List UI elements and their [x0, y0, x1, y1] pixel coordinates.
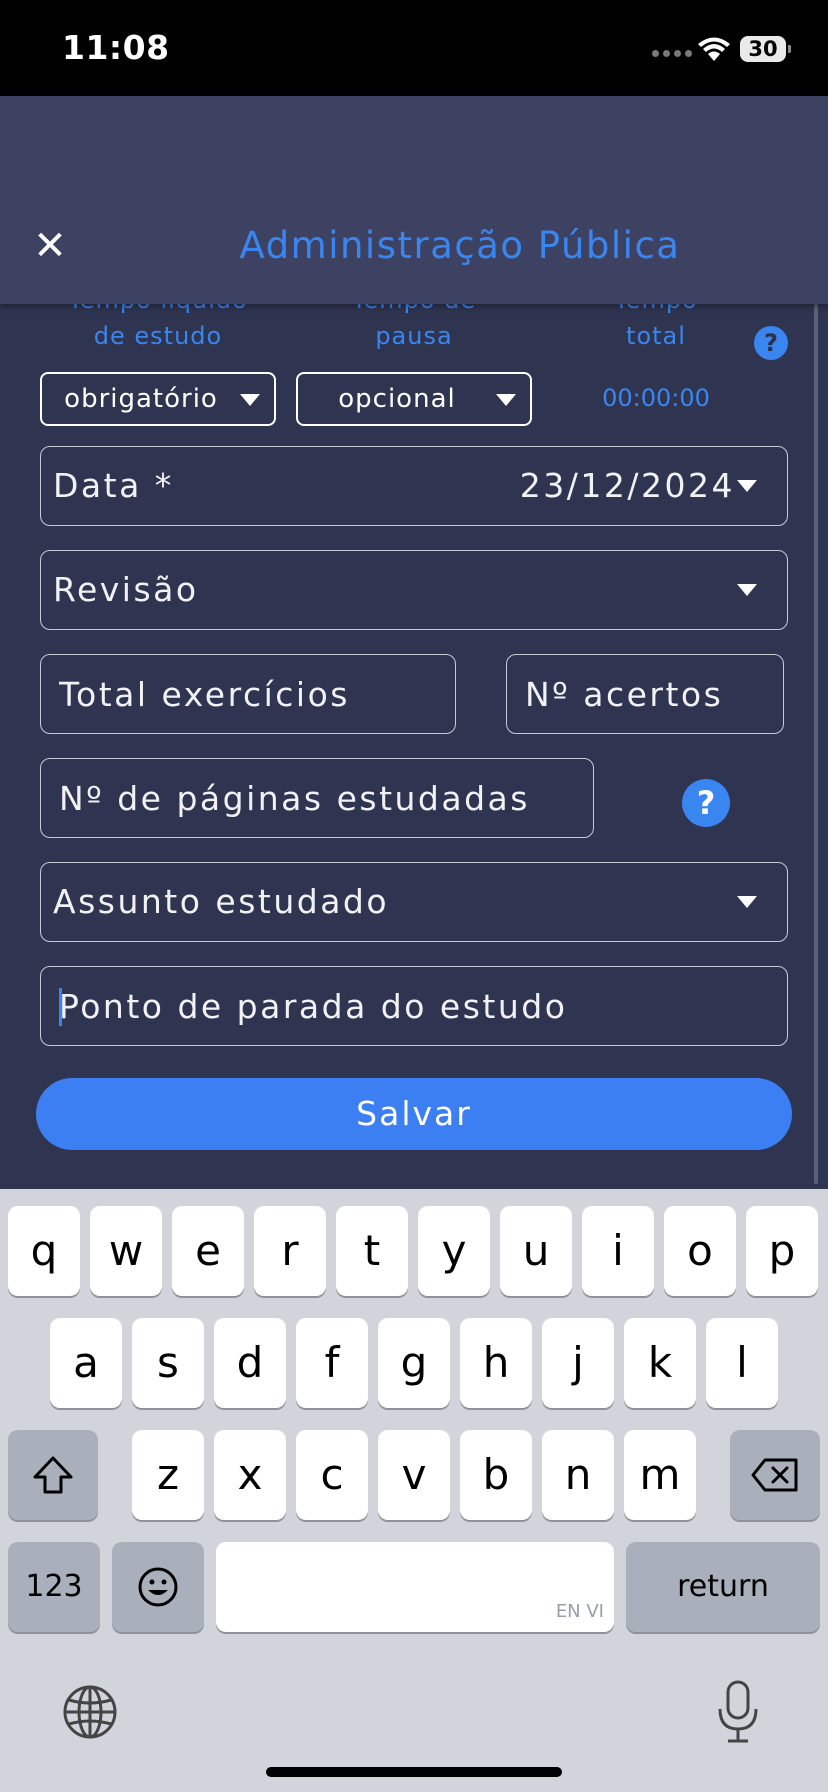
caret-down-icon — [496, 394, 516, 406]
stop-point-input[interactable] — [41, 967, 787, 1045]
emoji-key[interactable] — [112, 1542, 204, 1632]
key-q[interactable]: q — [8, 1206, 80, 1296]
scrollbar[interactable] — [814, 304, 818, 1184]
key-d[interactable]: d — [214, 1318, 286, 1408]
correct-answers-input[interactable] — [507, 655, 783, 733]
shift-key[interactable] — [8, 1430, 98, 1520]
total-time-label: Tempo total — [614, 304, 697, 350]
emoji-icon — [138, 1567, 178, 1607]
app-header: ✕ Administração Pública — [0, 96, 828, 304]
help-icon[interactable]: ? — [754, 326, 788, 360]
correct-answers-field[interactable] — [506, 654, 784, 734]
pause-time-button[interactable]: opcional — [296, 372, 532, 426]
key-c[interactable]: c — [296, 1430, 368, 1520]
net-study-time-label: Tempo líquido de estudo — [68, 304, 247, 350]
key-z[interactable]: z — [132, 1430, 204, 1520]
key-v[interactable]: v — [378, 1430, 450, 1520]
date-value: 23/12/2024 — [519, 466, 735, 505]
backspace-key[interactable] — [730, 1430, 820, 1520]
key-n[interactable]: n — [542, 1430, 614, 1520]
key-w[interactable]: w — [90, 1206, 162, 1296]
page-title: Administração Pública — [239, 224, 681, 267]
key-x[interactable]: x — [214, 1430, 286, 1520]
backspace-icon — [751, 1458, 798, 1492]
status-bar: 11:08 30 — [0, 0, 828, 96]
key-o[interactable]: o — [664, 1206, 736, 1296]
keyboard-language-hint: EN VI — [555, 1601, 604, 1622]
microphone-icon[interactable] — [716, 1679, 760, 1745]
key-s[interactable]: s — [132, 1318, 204, 1408]
date-select[interactable]: Data * 23/12/2024 — [40, 446, 788, 526]
key-t[interactable]: t — [336, 1206, 408, 1296]
key-i[interactable]: i — [582, 1206, 654, 1296]
key-e[interactable]: e — [172, 1206, 244, 1296]
key-p[interactable]: p — [746, 1206, 818, 1296]
key-g[interactable]: g — [378, 1318, 450, 1408]
pause-time-label: Tempo de pausa — [352, 304, 475, 350]
battery-icon: 30 — [740, 36, 791, 62]
key-u[interactable]: u — [500, 1206, 572, 1296]
pages-studied-input[interactable] — [41, 759, 593, 837]
total-time-value: 00:00:00 — [602, 384, 710, 412]
shift-icon — [33, 1456, 73, 1494]
caret-down-icon — [737, 896, 757, 908]
key-y[interactable]: y — [418, 1206, 490, 1296]
key-m[interactable]: m — [624, 1430, 696, 1520]
caret-down-icon — [240, 394, 260, 406]
total-exercises-input[interactable] — [41, 655, 455, 733]
signal-dots-icon — [652, 50, 692, 60]
key-f[interactable]: f — [296, 1318, 368, 1408]
subject-select[interactable]: Assunto estudado — [40, 862, 788, 942]
key-l[interactable]: l — [706, 1318, 778, 1408]
help-icon[interactable]: ? — [682, 779, 730, 827]
total-exercises-field[interactable] — [40, 654, 456, 734]
save-button[interactable]: Salvar — [36, 1078, 792, 1150]
stop-point-field[interactable] — [40, 966, 788, 1046]
status-time: 11:08 — [62, 28, 170, 67]
key-b[interactable]: b — [460, 1430, 532, 1520]
globe-icon[interactable] — [62, 1684, 118, 1740]
return-key[interactable]: return — [626, 1542, 820, 1632]
net-study-time-button[interactable]: obrigatório — [40, 372, 276, 426]
text-cursor — [59, 988, 62, 1026]
form-content[interactable]: Tempo líquido de estudo Tempo de pausa T… — [0, 304, 828, 1189]
key-h[interactable]: h — [460, 1318, 532, 1408]
key-r[interactable]: r — [254, 1206, 326, 1296]
numbers-key[interactable]: 123 — [8, 1542, 100, 1632]
keyboard: q w e r t y u i o p a s d f g h j k l z … — [0, 1189, 828, 1792]
caret-down-icon — [737, 480, 757, 492]
pages-studied-field[interactable] — [40, 758, 594, 838]
key-k[interactable]: k — [624, 1318, 696, 1408]
home-indicator — [266, 1767, 562, 1777]
space-key[interactable]: EN VI — [216, 1542, 614, 1632]
key-a[interactable]: a — [50, 1318, 122, 1408]
key-j[interactable]: j — [542, 1318, 614, 1408]
caret-down-icon — [737, 584, 757, 596]
wifi-icon — [698, 37, 730, 61]
review-select[interactable]: Revisão — [40, 550, 788, 630]
